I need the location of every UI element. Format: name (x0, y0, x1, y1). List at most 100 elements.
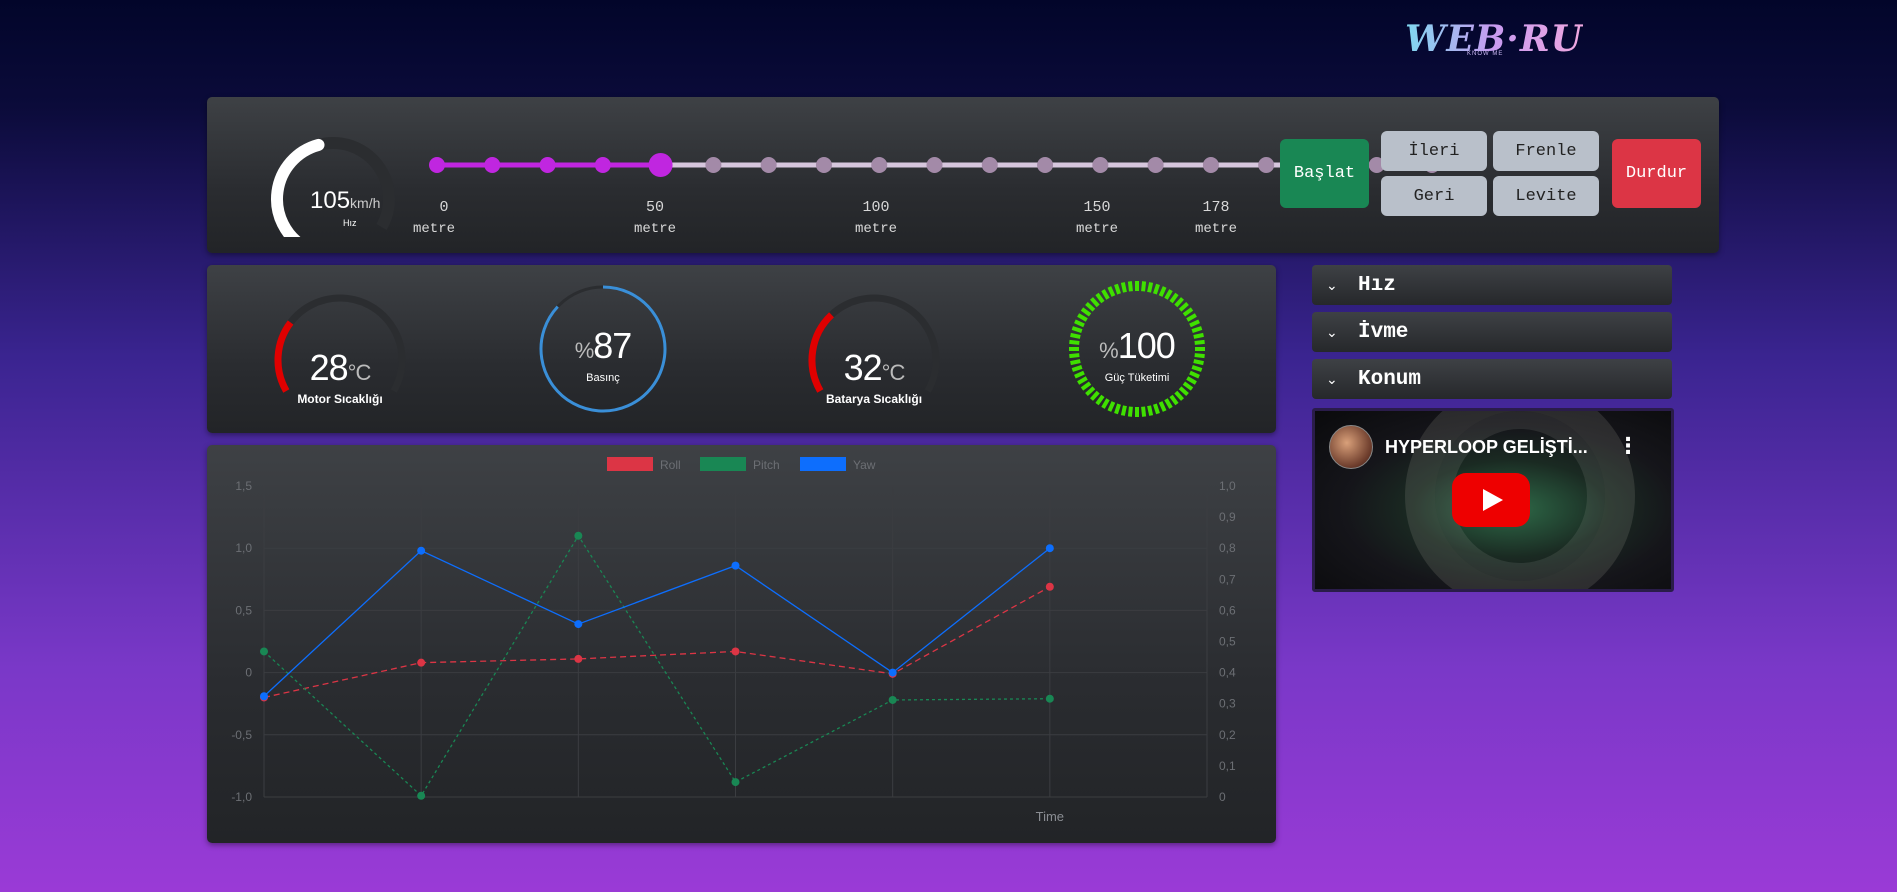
y2-tick-label: 0 (1219, 790, 1226, 804)
y2-tick-label: 0,5 (1219, 635, 1236, 649)
back-button[interactable]: Geri (1381, 176, 1487, 216)
gauge-segment (1085, 386, 1096, 396)
brake-button[interactable]: Frenle (1493, 131, 1599, 171)
motor-temp-value: 28 (309, 347, 349, 388)
gauge-segment (1127, 406, 1133, 417)
gauge-segment (1120, 405, 1127, 416)
speed-unit: km/h (350, 195, 381, 211)
accordion-title: Hız (1358, 273, 1396, 297)
track-position-marker (648, 153, 673, 177)
track-station-dot (871, 157, 888, 173)
gauge-segment (1153, 283, 1160, 295)
series-line (263, 534, 1050, 797)
legend-swatch (607, 457, 653, 471)
gauge-segment (1114, 283, 1121, 295)
speed-label: Hız (343, 218, 357, 228)
data-point (260, 692, 268, 701)
y2-tick-label: 0,4 (1219, 666, 1236, 680)
legend-label: Yaw (853, 458, 876, 472)
pressure-label: Basınç (586, 372, 620, 384)
gauge-segment (1147, 282, 1154, 293)
data-point (888, 695, 897, 704)
gauge-segment (1114, 403, 1121, 415)
data-point (1045, 544, 1054, 553)
speed-value: 105 (310, 187, 351, 214)
power-label: Güç Tüketimi (1104, 372, 1170, 384)
gauge-segment (1071, 365, 1083, 372)
data-point (888, 668, 897, 677)
speed-gauge: 105km/h Hız (245, 117, 405, 237)
gauge-segment (1101, 398, 1110, 409)
play-button-icon[interactable] (1452, 473, 1530, 527)
data-point (731, 778, 740, 787)
pressure-prefix: % (574, 338, 595, 363)
accordion-acceleration[interactable]: ⌄ İvme (1312, 312, 1672, 352)
legend-label: Pitch (753, 458, 780, 472)
channel-avatar[interactable] (1329, 425, 1373, 469)
start-button[interactable]: Başlat (1280, 139, 1369, 208)
data-point (731, 561, 740, 570)
battery-temp-label: Batarya Sıcaklığı (825, 392, 923, 406)
forward-button[interactable]: İleri (1381, 131, 1487, 171)
logo-subtext: KNOW ME (1467, 51, 1504, 57)
y-tick-label: 0,5 (235, 603, 252, 617)
track-station-dot (981, 157, 998, 173)
accordion-position[interactable]: ⌄ Konum (1312, 359, 1672, 399)
track-station-dot (926, 157, 943, 173)
track-station-dot (1037, 157, 1054, 173)
tick-unit: metre (633, 221, 676, 237)
series-line (263, 547, 1051, 697)
gauge-segment (1174, 297, 1184, 308)
video-title[interactable]: HYPERLOOP GELİŞTİ... (1385, 437, 1588, 458)
orientation-chart-panel: 1,5 1,0 0,5 0 -0,5 -1,0 1,0 0,9 0,8 0,7 0,6 0,5 0,4 0… (207, 445, 1276, 843)
legend-swatch (800, 457, 846, 471)
sensor-gauges-panel: 28°C Motor Sıcaklığı %87 Basınç 32°C Bat… (207, 265, 1276, 433)
gauge-segment (1186, 313, 1197, 322)
track-station-dot (760, 157, 777, 173)
video-embed[interactable]: HYPERLOOP GELİŞTİ... ⋮ (1312, 408, 1674, 592)
tick-label: 100 (862, 199, 890, 216)
y2-tick-label: 0,6 (1219, 603, 1236, 617)
speed-gauge-arc (271, 137, 395, 237)
power-readout: %100 (1037, 325, 1237, 367)
gauge-segment (1158, 401, 1167, 412)
gauge-segment (1164, 398, 1173, 409)
data-point (731, 647, 740, 656)
pressure-gauge: %87 Basınç (503, 265, 703, 433)
levitate-button[interactable]: Levite (1493, 176, 1599, 216)
stop-button[interactable]: Durdur (1612, 139, 1701, 208)
track-station-dot (429, 157, 445, 173)
gauge-segment (1158, 286, 1167, 297)
tick-label: 0 (439, 199, 449, 216)
y2-tick-label: 0,9 (1219, 510, 1236, 524)
data-point (1045, 582, 1054, 591)
pressure-value: 87 (593, 325, 632, 366)
gauge-segment (1077, 313, 1088, 322)
chevron-down-icon: ⌄ (1326, 370, 1338, 387)
y2-tick-label: 0,8 (1219, 541, 1236, 555)
motor-temp-unit: °C (347, 360, 372, 385)
tick-label: 150 (1083, 199, 1111, 216)
track-station-dot (705, 157, 722, 173)
gauge-segment (1164, 289, 1173, 300)
accordion-speed[interactable]: ⌄ Hız (1312, 265, 1672, 305)
gauge-segment (1120, 282, 1127, 293)
x-axis-label: Time (1036, 809, 1064, 824)
pressure-readout: %87 (503, 325, 703, 367)
gauge-segment (1191, 365, 1203, 372)
gauge-segment (1141, 406, 1147, 417)
track-station-dot (1092, 157, 1109, 173)
gauge-segment (1178, 302, 1189, 312)
gauge-segment (1080, 307, 1092, 317)
motor-temp-gauge: 28°C Motor Sıcaklığı (240, 265, 440, 433)
gauge-segment (1169, 394, 1179, 406)
y2-tick-label: 1,0 (1219, 479, 1236, 493)
gauge-segment (1085, 302, 1096, 312)
data-point (574, 531, 583, 540)
gauge-segment (1174, 390, 1184, 401)
gauge-segment (1127, 281, 1133, 292)
tick-unit: metre (854, 221, 897, 237)
track-station-dot (1258, 157, 1275, 173)
more-options-icon[interactable]: ⋮ (1617, 433, 1639, 459)
data-point (260, 647, 268, 656)
